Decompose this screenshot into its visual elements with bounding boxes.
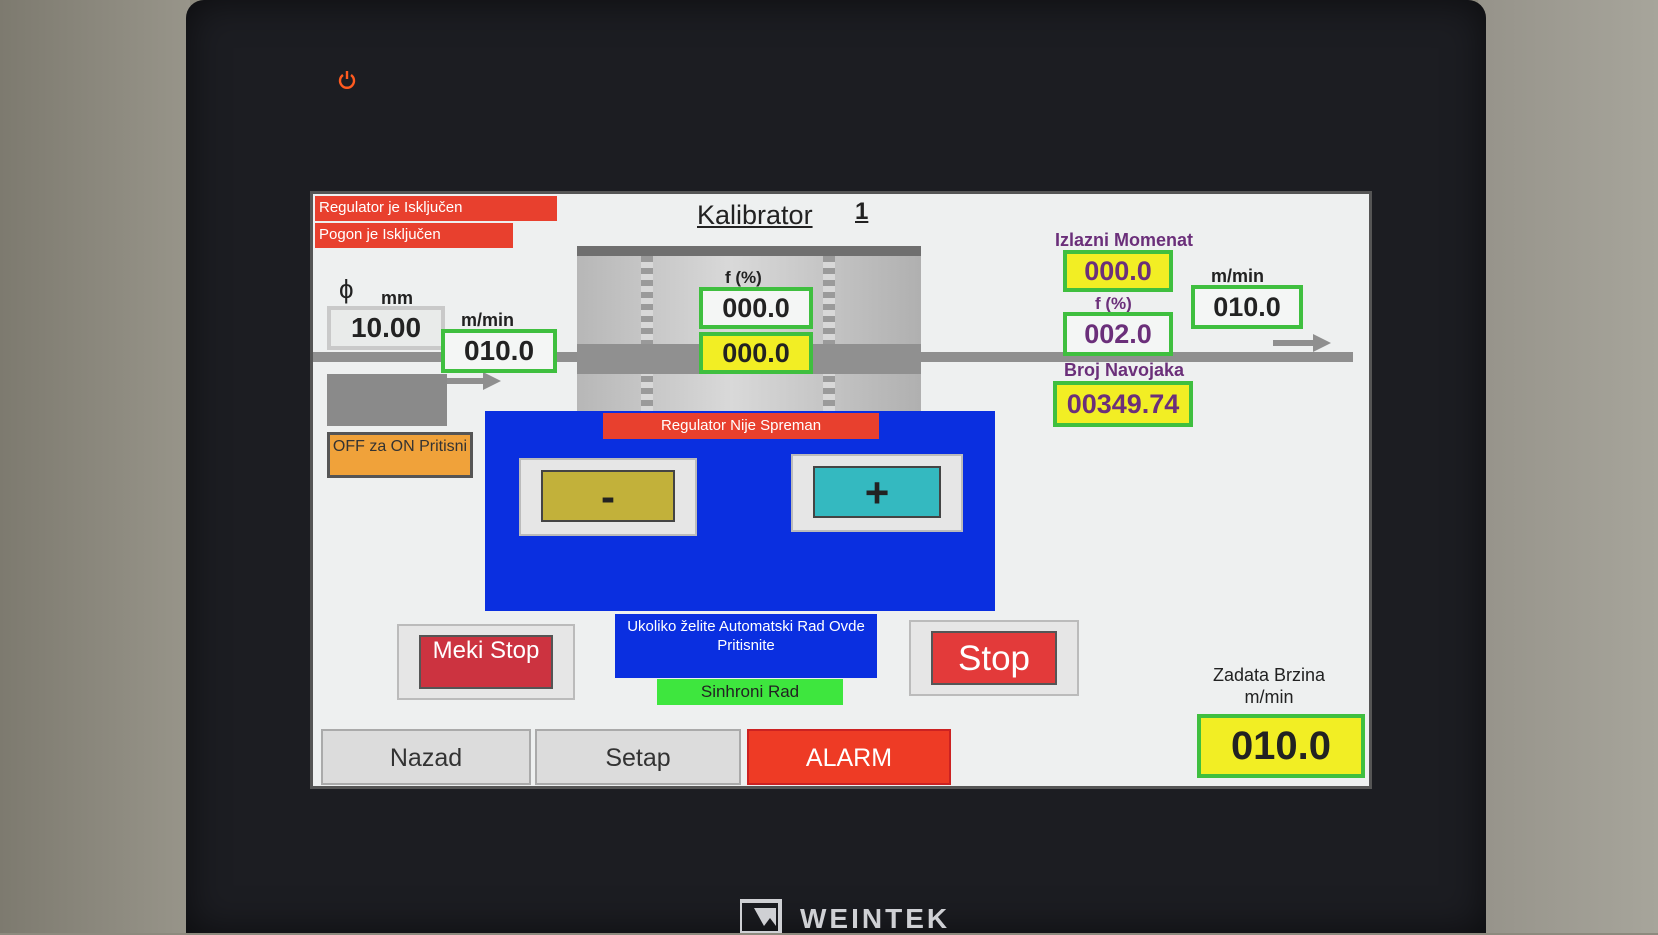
arrow-right-icon [443, 372, 501, 390]
machine-roller [641, 256, 653, 416]
machine-roller [823, 256, 835, 416]
soft-stop-button[interactable]: Meki Stop [397, 624, 575, 700]
diameter-value[interactable]: 10.00 [327, 306, 445, 350]
regulator-off-message: Regulator je Isključen [315, 196, 557, 221]
sync-mode-badge[interactable]: Sinhroni Rad [657, 679, 843, 705]
page-title: Kalibrator [697, 200, 813, 230]
wall-background-right [1478, 0, 1658, 933]
outlet-freq-value: 002.0 [1063, 312, 1173, 356]
inlet-speed-value[interactable]: 010.0 [441, 329, 557, 373]
inlet-speed-unit: m/min [461, 310, 515, 330]
speed-setpoint-title: Zadata Brzina [1212, 665, 1326, 685]
stop-button[interactable]: Stop [909, 620, 1079, 696]
freq-label: f (%) [725, 268, 762, 287]
tab-setup[interactable]: Setap [535, 729, 741, 785]
speed-setpoint-value[interactable]: 010.0 [1197, 714, 1365, 778]
outlet-speed-value: 010.0 [1191, 285, 1303, 329]
increase-button-label: + [813, 466, 941, 518]
outlet-freq-label: f (%) [1095, 294, 1132, 313]
spool-graphic [327, 374, 447, 426]
soft-stop-label: Meki Stop [419, 635, 553, 689]
regulator-status-badge: Regulator Nije Spreman [603, 413, 879, 439]
power-icon[interactable] [337, 70, 357, 90]
outlet-speed-unit: m/min [1211, 266, 1265, 286]
freq-value: 000.0 [699, 287, 813, 329]
brand-name: WEINTEK [800, 903, 951, 934]
drive-off-message: Pogon je Isključen [315, 223, 513, 248]
tab-back[interactable]: Nazad [321, 729, 531, 785]
speed-setpoint-label: Zadata Brzina m/min [1179, 664, 1359, 708]
hmi-screen: Regulator je Isključen Pogon je Isključe… [310, 191, 1372, 789]
torque-value: 000.0 [1063, 250, 1173, 292]
auto-mode-button[interactable]: Ukoliko želite Automatski Rad Ovde Priti… [615, 614, 877, 678]
stop-button-label: Stop [931, 631, 1057, 685]
speed-setpoint-unit: m/min [1244, 687, 1294, 707]
decrease-button[interactable]: - [519, 458, 697, 536]
decrease-button-label: - [541, 470, 675, 522]
torque-label: Izlazni Momenat [1054, 230, 1193, 250]
tab-alarm[interactable]: ALARM [747, 729, 951, 785]
diameter-symbol: ϕ [339, 274, 354, 304]
off-on-button[interactable]: OFF za ON Pritisni [327, 432, 473, 478]
increase-button[interactable]: + [791, 454, 963, 532]
arrow-right-icon [1273, 334, 1331, 352]
turns-count-label: Broj Navojaka [1063, 360, 1185, 380]
turns-count-value: 00349.74 [1053, 381, 1193, 427]
freq-setpoint-value[interactable]: 000.0 [699, 332, 813, 374]
wall-background [0, 0, 190, 933]
page-title-number: 1 [855, 198, 869, 225]
